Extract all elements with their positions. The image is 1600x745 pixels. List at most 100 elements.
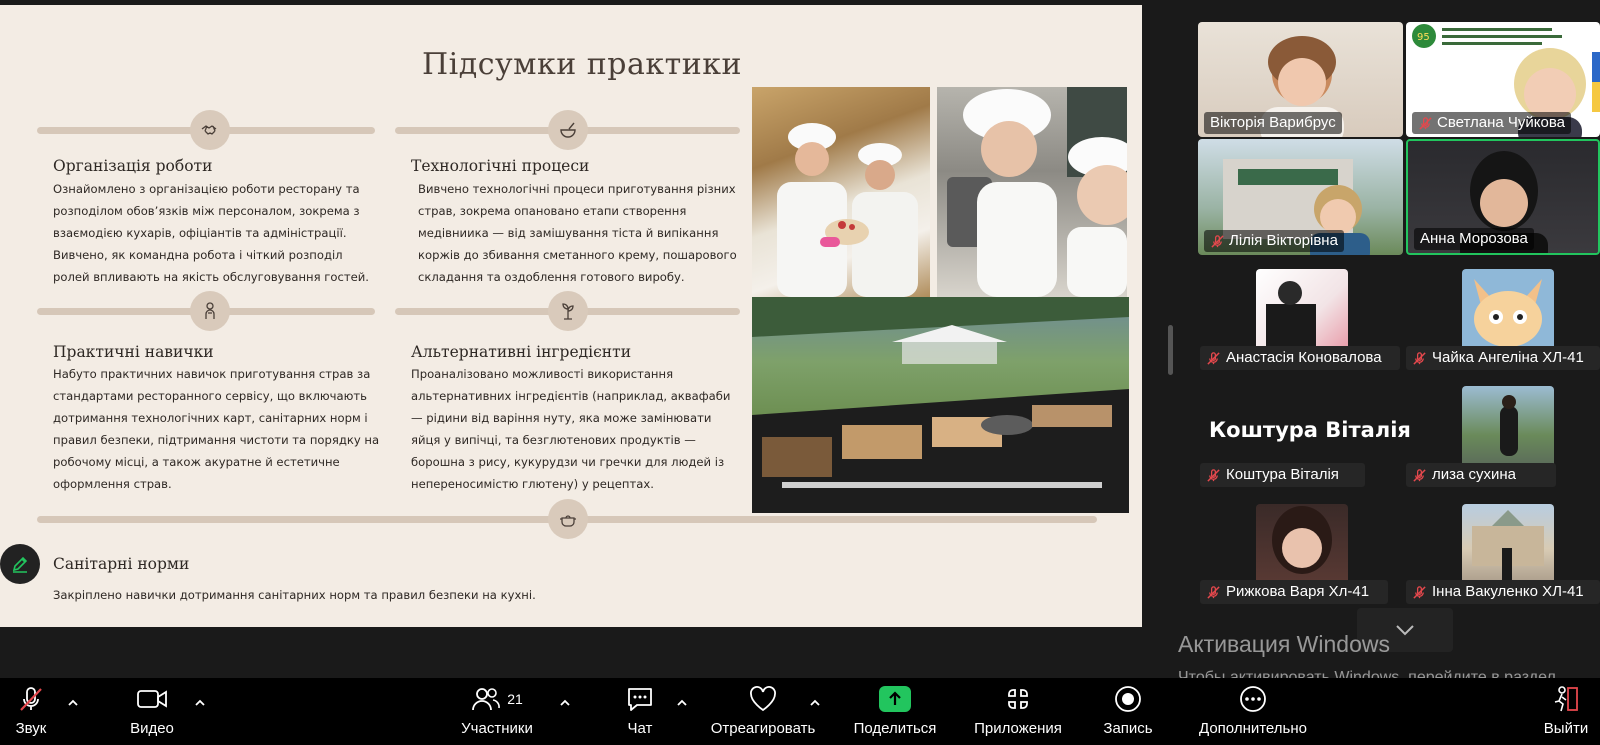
leave-button[interactable]: Выйти: [1538, 678, 1594, 745]
video-tile[interactable]: Вікторія Варибрус: [1198, 22, 1403, 137]
sound-label: Звук: [15, 720, 47, 737]
participant-name-text: лиза сухина: [1432, 466, 1517, 483]
sprout-icon: [548, 291, 588, 331]
participant-name-row[interactable]: Рижкова Варя Хл-41: [1200, 580, 1388, 604]
share-label: Поделиться: [853, 720, 937, 737]
record-button[interactable]: Запись: [1100, 678, 1156, 745]
section-heading: Альтернативні інгредієнти: [411, 343, 632, 361]
photo-chefs-with-cake: [752, 87, 930, 297]
participant-name: Светлана Чуйкова: [1412, 112, 1571, 134]
section-text: Закріплено навички дотримання санітарних…: [53, 588, 536, 602]
camera-icon: [137, 690, 167, 708]
apps-icon: [1008, 689, 1028, 709]
more-dots-icon: [1240, 686, 1266, 712]
video-tile[interactable]: [1462, 504, 1554, 586]
caret-up-icon[interactable]: [675, 696, 689, 710]
participant-name-row[interactable]: Коштура Віталія: [1200, 463, 1365, 487]
video-tile[interactable]: 95 Светлана Чуйкова: [1406, 22, 1600, 137]
video-tile-active-speaker[interactable]: Анна Морозова: [1406, 139, 1600, 255]
section-text: Ознайомлено з організацією роботи рестор…: [53, 182, 369, 284]
mic-muted-icon: [20, 687, 42, 711]
participant-name-text: Інна Вакуленко ХЛ-41: [1432, 583, 1584, 600]
participant-name-row[interactable]: Анастасія Коновалова: [1200, 346, 1400, 370]
participant-name: Анна Морозова: [1414, 228, 1534, 250]
caret-up-icon[interactable]: [558, 696, 572, 710]
more-button[interactable]: Дополнительно: [1188, 678, 1318, 745]
leave-label: Выйти: [1543, 720, 1589, 737]
shared-slide: Підсумки практики Організація роботи Озн…: [0, 5, 1142, 627]
mic-off-icon: [1207, 351, 1220, 365]
participant-placeholder-name: Коштура Віталія: [1209, 418, 1411, 442]
share-screen-button[interactable]: Поделиться: [850, 678, 940, 745]
apps-button[interactable]: Приложения: [968, 678, 1068, 745]
mic-off-icon: [1413, 351, 1426, 365]
caret-up-icon[interactable]: [193, 696, 207, 710]
mic-off-icon: [1413, 585, 1426, 599]
react-button[interactable]: Отреагировать: [708, 678, 818, 745]
slide-title: Підсумки практики: [422, 47, 742, 82]
participant-name-row[interactable]: лиза сухина: [1406, 463, 1556, 487]
video-button[interactable]: Видео: [126, 678, 178, 745]
photo-canteen-counter: [752, 297, 1129, 513]
leave-icon: [1554, 686, 1578, 712]
participants-icon: [472, 688, 501, 711]
mic-off-icon: [1211, 234, 1224, 248]
sound-button[interactable]: Звук: [6, 678, 56, 745]
section-text: Вивчено технологічні процеси приготуванн…: [418, 182, 737, 284]
video-tile[interactable]: [1256, 269, 1348, 351]
apps-label: Приложения: [974, 720, 1062, 737]
section-heading: Технологічні процеси: [411, 157, 590, 175]
participant-name-row[interactable]: Інна Вакуленко ХЛ-41: [1406, 580, 1600, 604]
participants-count: 21: [507, 691, 523, 707]
school-badge-number: 95: [1417, 32, 1430, 43]
participant-name-text: Коштура Віталія: [1226, 466, 1339, 483]
mortar-pestle-icon: [548, 110, 588, 150]
more-label: Дополнительно: [1199, 720, 1307, 737]
participants-label: Участники: [461, 720, 533, 737]
annotate-pencil-button[interactable]: [0, 544, 40, 584]
mic-off-icon: [1419, 116, 1432, 130]
split-divider: [1142, 0, 1166, 627]
chef-icon: [190, 291, 230, 331]
share-arrow-icon: [889, 691, 901, 705]
participant-name-row[interactable]: Чайка Ангеліна ХЛ-41: [1406, 346, 1600, 370]
meeting-toolbar: Звук Видео 21 Участники Чат Отреагироват…: [0, 678, 1600, 745]
zoom-meeting-window: Підсумки практики Організація роботи Озн…: [0, 0, 1600, 745]
video-tile[interactable]: [1462, 386, 1554, 468]
section-heading: Організація роботи: [53, 157, 213, 175]
chevron-down-icon: [1396, 625, 1414, 636]
video-tile[interactable]: [1462, 269, 1554, 351]
video-tile[interactable]: [1256, 504, 1348, 586]
section-heading: Практичні навички: [53, 343, 214, 361]
mic-off-icon: [1413, 468, 1426, 482]
participant-name: Вікторія Варибрус: [1204, 112, 1342, 134]
windows-activation-title: Активация Windows: [1178, 631, 1390, 657]
chat-label: Чат: [627, 720, 653, 737]
video-tile[interactable]: Лілія Вікторівна: [1198, 139, 1403, 255]
heart-icon: [750, 686, 776, 712]
participant-name-text: Чайка Ангеліна ХЛ-41: [1432, 349, 1584, 366]
record-icon: [1115, 686, 1141, 712]
pot-icon: [548, 499, 588, 539]
chat-icon: [628, 688, 652, 711]
mic-off-icon: [1207, 585, 1220, 599]
participant-name-text: Светлана Чуйкова: [1437, 114, 1565, 131]
handshake-icon: [190, 110, 230, 150]
section-text: Набуто практичних навичок приготування с…: [53, 367, 380, 491]
participants-button[interactable]: 21 Участники: [456, 678, 538, 745]
participant-name: Лілія Вікторівна: [1204, 230, 1344, 252]
video-label: Видео: [130, 720, 174, 737]
caret-up-icon[interactable]: [66, 696, 80, 710]
chat-button[interactable]: Чат: [620, 678, 660, 745]
split-resize-handle[interactable]: [1168, 325, 1173, 375]
caret-up-icon[interactable]: [808, 696, 822, 710]
photo-students-kitchen: [937, 87, 1127, 297]
section-text: Проаналізовано можливості використання а…: [411, 367, 731, 491]
react-label: Отреагировать: [710, 720, 816, 737]
record-label: Запись: [1103, 720, 1153, 737]
mic-off-icon: [1207, 468, 1220, 482]
participant-name-text: Анастасія Коновалова: [1226, 349, 1382, 366]
section-heading: Санітарні норми: [53, 555, 190, 573]
participant-name-text: Рижкова Варя Хл-41: [1226, 583, 1370, 600]
participant-name-text: Лілія Вікторівна: [1229, 232, 1338, 249]
